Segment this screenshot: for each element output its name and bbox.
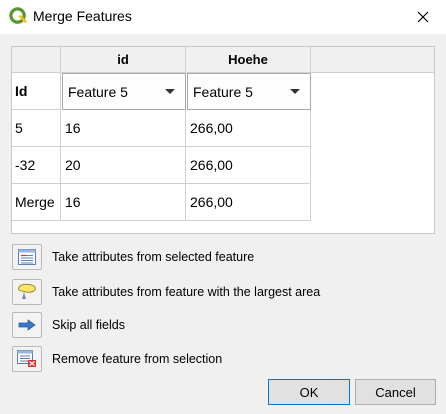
skip-all-fields-button[interactable] — [12, 312, 42, 338]
skip-all-fields-action[interactable]: Skip all fields — [12, 312, 412, 338]
chevron-down-icon — [165, 89, 175, 94]
remove-feature-action[interactable]: Remove feature from selection — [12, 346, 412, 372]
feature-select-id-value: Feature 5 — [68, 83, 128, 100]
take-from-selected-button[interactable] — [12, 244, 42, 270]
feature-select-id[interactable]: Feature 5 — [62, 73, 186, 110]
feature-select-hoehe-value: Feature 5 — [193, 83, 253, 100]
take-largest-area-action[interactable]: Take attributes from feature with the la… — [12, 279, 412, 305]
take-from-selected-action[interactable]: Take attributes from selected feature — [12, 244, 412, 270]
largest-area-icon — [18, 283, 36, 299]
row-header-id: Id — [12, 73, 61, 110]
table-cell[interactable]: 266,00 — [186, 184, 311, 221]
table-cell[interactable]: 16 — [61, 110, 186, 147]
remove-feature-label: Remove feature from selection — [52, 352, 223, 366]
table-cell[interactable]: 16 — [61, 184, 186, 221]
row-header-minus-32: -32 — [12, 147, 61, 184]
header-filler — [311, 47, 434, 73]
chevron-down-icon — [290, 89, 300, 94]
attribute-table[interactable]: id Hoehe Id Feature 5 Feature 5 5 16 266… — [11, 46, 435, 234]
table-cell[interactable]: 20 — [61, 147, 186, 184]
take-largest-area-label: Take attributes from feature with the la… — [52, 285, 321, 299]
take-largest-area-button[interactable] — [12, 279, 42, 305]
title-bar: Merge Features — [0, 0, 446, 34]
table-cell[interactable]: 266,00 — [186, 110, 311, 147]
feature-select-hoehe[interactable]: Feature 5 — [187, 73, 311, 110]
attribute-table-icon — [18, 249, 36, 265]
window-title: Merge Features — [33, 8, 132, 24]
take-from-selected-label: Take attributes from selected feature — [52, 250, 255, 264]
remove-feature-icon — [17, 350, 36, 367]
close-button[interactable] — [400, 0, 446, 34]
table-corner — [12, 47, 61, 73]
row-header-merge: Merge — [12, 184, 61, 221]
remove-feature-button[interactable] — [12, 346, 42, 372]
skip-all-fields-label: Skip all fields — [52, 318, 125, 332]
ok-button[interactable]: OK — [268, 379, 350, 405]
row-header-5: 5 — [12, 110, 61, 147]
qgis-logo-icon — [9, 7, 28, 24]
table-cell[interactable]: 266,00 — [186, 147, 311, 184]
cancel-button[interactable]: Cancel — [355, 379, 436, 405]
arrow-right-icon — [18, 319, 36, 331]
column-header-id[interactable]: id — [61, 47, 186, 73]
column-header-hoehe[interactable]: Hoehe — [186, 47, 311, 73]
close-icon — [417, 11, 429, 23]
